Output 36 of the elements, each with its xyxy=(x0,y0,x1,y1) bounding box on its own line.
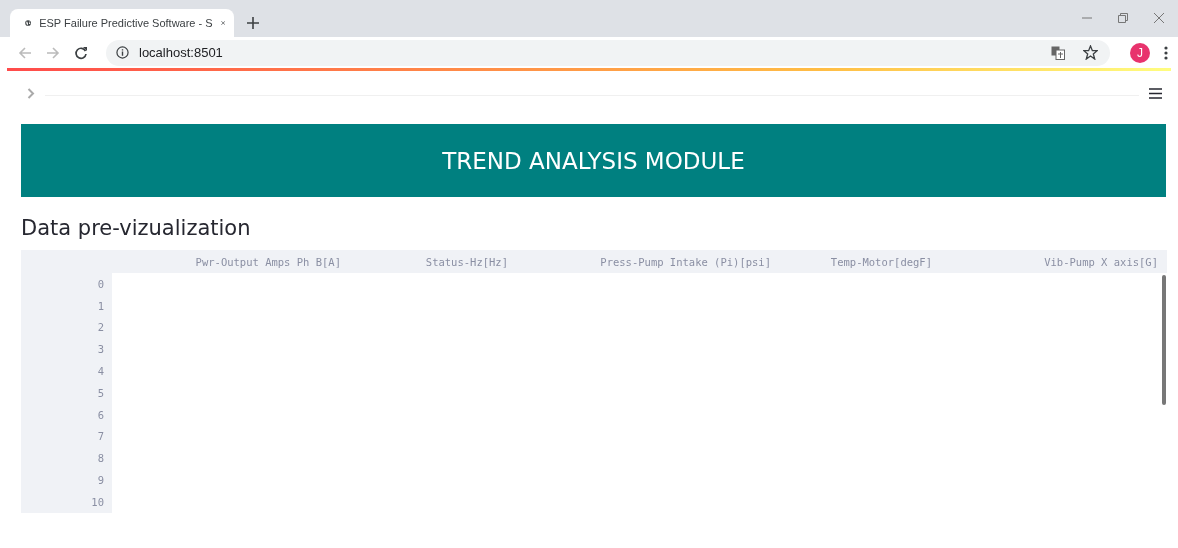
row-index: 5 xyxy=(96,385,105,401)
restore-icon[interactable] xyxy=(1118,13,1128,23)
close-window-icon[interactable] xyxy=(1154,13,1164,23)
browser-tab[interactable]: ESP Failure Predictive Software - S xyxy=(10,9,234,37)
back-icon[interactable] xyxy=(18,45,32,60)
info-icon xyxy=(116,46,129,59)
more-icon[interactable] xyxy=(1164,45,1168,60)
close-icon[interactable] xyxy=(220,18,225,28)
row-index: 0 xyxy=(96,276,105,292)
scrollbar[interactable] xyxy=(1162,275,1166,405)
row-index: 8 xyxy=(96,451,105,467)
row-index: 3 xyxy=(96,342,105,358)
column-header[interactable]: Press-Pump Intake (Pi)[psi] xyxy=(512,255,775,268)
address-bar[interactable]: localhost:8501 xyxy=(106,39,1110,66)
menu-icon[interactable] xyxy=(1149,87,1162,99)
translate-icon[interactable] xyxy=(1051,45,1065,60)
row-index: 2 xyxy=(96,320,105,336)
section-heading: Data pre-vizualization xyxy=(21,216,252,240)
column-header[interactable]: Pwr-Output Amps Ph B[A] xyxy=(112,255,345,268)
row-index: 6 xyxy=(96,407,105,423)
row-index: 1 xyxy=(96,298,105,314)
chevron-right-icon[interactable] xyxy=(27,87,35,99)
column-header[interactable]: Vib-Pump X axis[G] xyxy=(936,255,1162,268)
banner-title: TREND ANALYSIS MODULE xyxy=(442,147,745,174)
column-header[interactable]: Status-Hz[Hz] xyxy=(345,255,512,268)
row-index: 10 xyxy=(90,494,105,510)
row-index: 4 xyxy=(96,364,105,380)
row-index: 7 xyxy=(96,429,105,445)
row-index: 9 xyxy=(96,473,105,489)
star-icon[interactable] xyxy=(1083,45,1098,60)
new-tab-icon[interactable] xyxy=(247,17,259,29)
forward-icon[interactable] xyxy=(46,45,60,60)
tab-title: ESP Failure Predictive Software - S xyxy=(39,17,213,29)
reload-icon[interactable] xyxy=(74,45,88,60)
profile-avatar[interactable]: J xyxy=(1130,42,1150,63)
column-header[interactable]: Temp-Motor[degF] xyxy=(775,255,936,268)
